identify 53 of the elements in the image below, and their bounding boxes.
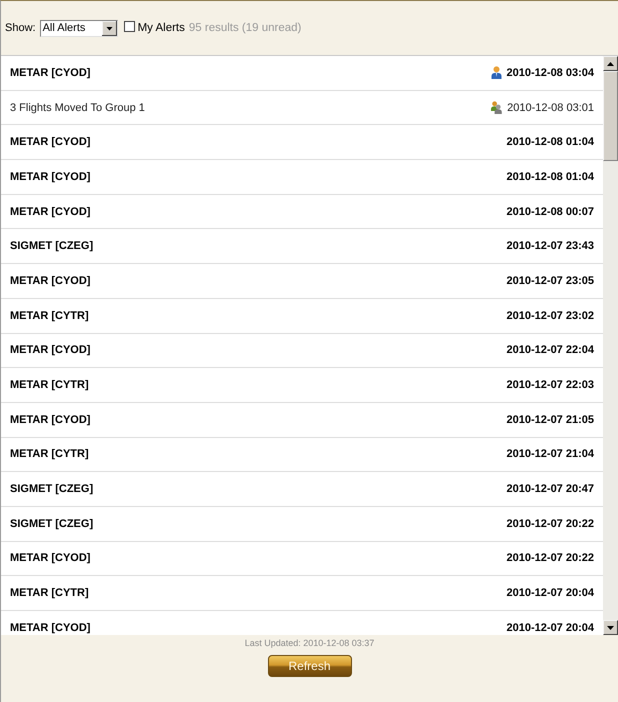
- up-arrow-icon: [607, 62, 614, 66]
- alert-row[interactable]: 3 Flights Moved To Group 1 2010-12-08 03:01: [1, 90, 603, 126]
- alert-title: METAR [CYTR]: [10, 587, 90, 600]
- scrollbar-thumb[interactable]: [603, 71, 618, 161]
- filter-dropdown[interactable]: All Alerts: [40, 20, 118, 36]
- refresh-button[interactable]: Refresh: [268, 655, 352, 677]
- alert-time: 2010-12-08 03:01: [507, 102, 594, 114]
- alert-time: 2010-12-07 23:02: [506, 310, 594, 322]
- alert-row[interactable]: METAR [CYOD] 2010-12-07 22:04: [1, 334, 603, 368]
- alert-time: 2010-12-07 20:22: [506, 552, 594, 564]
- alert-row[interactable]: METAR [CYOD] 2010-12-07 20:22: [1, 542, 603, 576]
- alert-title: METAR [CYTR]: [10, 448, 90, 460]
- down-arrow-icon: [607, 626, 614, 630]
- results-summary: 95 results (19 unread): [188, 22, 302, 34]
- my-alerts-checkbox[interactable]: [124, 21, 135, 32]
- alert-title: METAR [CYOD]: [10, 344, 92, 356]
- alert-title: METAR [CYOD]: [10, 66, 92, 79]
- alert-title: METAR [CYOD]: [10, 170, 92, 183]
- alert-time: 2010-12-07 20:22: [506, 518, 594, 530]
- alert-time: 2010-12-07 21:05: [506, 414, 594, 426]
- alert-time: 2010-12-08 03:04: [506, 66, 594, 79]
- alert-time: 2010-12-07 20:04: [506, 622, 594, 634]
- person-icon: [490, 66, 502, 80]
- people-icon: [491, 101, 502, 114]
- alert-title: METAR [CYTR]: [10, 310, 90, 322]
- alert-time: 2010-12-07 22:04: [506, 344, 594, 356]
- alert-time: 2010-12-07 20:04: [506, 587, 594, 600]
- alert-title: 3 Flights Moved To Group 1: [10, 102, 146, 114]
- alert-time: 2010-12-07 22:03: [506, 379, 594, 392]
- alert-time: 2010-12-08 01:04: [506, 170, 594, 183]
- my-alerts-label[interactable]: My Alerts: [138, 22, 185, 34]
- alert-time: 2010-12-07 23:43: [506, 240, 594, 252]
- alert-title: METAR [CYOD]: [10, 206, 92, 218]
- dropdown-caret-icon: [102, 20, 117, 36]
- alert-title: METAR [CYOD]: [10, 136, 92, 148]
- show-label: Show:: [5, 22, 36, 34]
- scroll-down-button[interactable]: [603, 620, 618, 635]
- alert-title: METAR [CYOD]: [10, 414, 92, 426]
- alert-title: SIGMET [CZEG]: [10, 518, 94, 530]
- alert-title: SIGMET [CZEG]: [10, 483, 94, 496]
- alert-title: METAR [CYOD]: [10, 622, 92, 634]
- alert-time: 2010-12-08 01:04: [506, 136, 594, 148]
- scroll-up-button[interactable]: [603, 56, 618, 71]
- alert-time: 2010-12-07 23:05: [506, 274, 594, 287]
- alert-time: 2010-12-08 00:07: [506, 206, 594, 218]
- alert-time: 2010-12-07 21:04: [506, 448, 594, 460]
- alert-title: METAR [CYOD]: [10, 274, 92, 287]
- alert-title: SIGMET [CZEG]: [10, 240, 94, 252]
- alert-time: 2010-12-07 20:47: [506, 483, 594, 496]
- last-updated-text: Last Updated: 2010-12-08 03:37: [244, 638, 374, 648]
- alert-title: METAR [CYTR]: [10, 379, 90, 392]
- alert-title: METAR [CYOD]: [10, 552, 92, 564]
- alert-row[interactable]: METAR [CYTR] 2010-12-07 21:04: [1, 438, 603, 472]
